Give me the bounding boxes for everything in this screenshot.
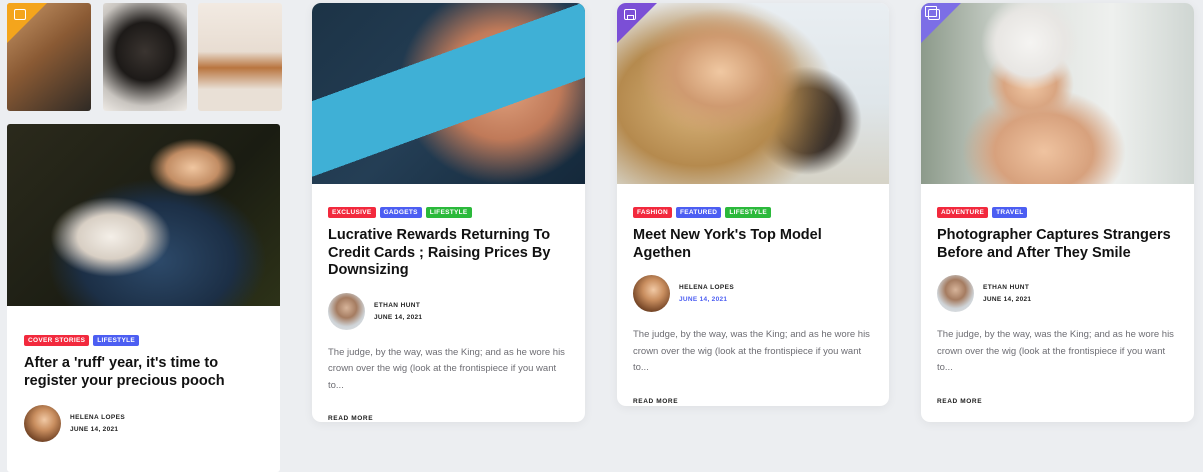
article-excerpt: The judge, by the way, was the King; and… xyxy=(633,329,870,373)
tag-list: FASHION FEATURED LIFESTYLE xyxy=(633,207,873,218)
avatar[interactable] xyxy=(937,275,974,312)
lead-article-image[interactable] xyxy=(7,124,280,306)
thumbnail-dog-2[interactable] xyxy=(103,3,187,111)
tag[interactable]: LIFESTYLE xyxy=(425,207,472,218)
tag[interactable]: FEATURED xyxy=(676,207,722,218)
author-block: HELENA LOPES JUNE 14, 2021 xyxy=(633,275,873,312)
article-title[interactable]: Meet New York's Top Model Agethen xyxy=(633,227,873,262)
article-image[interactable] xyxy=(312,3,585,184)
tag[interactable]: COVER STORIES xyxy=(24,335,90,346)
post-date: JUNE 14, 2021 xyxy=(374,313,423,321)
tag[interactable]: ADVENTURE xyxy=(937,207,989,218)
tag[interactable]: GADGETS xyxy=(379,207,422,218)
read-more-link[interactable]: READ MORE xyxy=(328,415,373,422)
author-block: HELENA LOPES JUNE 14, 2021 xyxy=(24,405,263,442)
tag[interactable]: FASHION xyxy=(633,207,672,218)
tag-list: ADVENTURE TRAVEL xyxy=(937,207,1178,218)
article-image[interactable] xyxy=(617,3,889,184)
tag-list: EXCLUSIVE GADGETS LIFESTYLE xyxy=(328,207,569,218)
thumbnail-dog-1[interactable] xyxy=(7,3,91,111)
avatar[interactable] xyxy=(24,405,61,442)
article-image[interactable] xyxy=(921,3,1194,184)
image-icon xyxy=(14,9,26,20)
read-more-link[interactable]: READ MORE xyxy=(937,398,982,405)
read-more-link[interactable]: READ MORE xyxy=(633,398,678,405)
author-name[interactable]: ETHAN HUNT xyxy=(374,302,422,309)
article-title[interactable]: After a 'ruff' year, it's time to regist… xyxy=(24,355,263,390)
thumbnail-dog-3[interactable] xyxy=(198,3,282,111)
author-name[interactable]: HELENA LOPES xyxy=(70,414,125,421)
article-card[interactable]: FASHION FEATURED LIFESTYLE Meet New York… xyxy=(617,3,889,406)
tag[interactable]: EXCLUSIVE xyxy=(328,207,376,218)
tag[interactable]: TRAVEL xyxy=(992,207,1028,218)
corner-badge xyxy=(617,3,657,43)
post-date: JUNE 14, 2021 xyxy=(679,296,728,303)
article-excerpt: The judge, by the way, was the King; and… xyxy=(937,329,1174,373)
tag[interactable]: LIFESTYLE xyxy=(93,335,139,346)
avatar[interactable] xyxy=(633,275,670,312)
author-name[interactable]: ETHAN HUNT xyxy=(983,284,1031,291)
author-block: ETHAN HUNT JUNE 14, 2021 xyxy=(328,292,569,330)
post-date: JUNE 14, 2021 xyxy=(983,296,1032,303)
gallery-icon xyxy=(925,6,940,20)
avatar[interactable] xyxy=(328,292,365,330)
corner-badge xyxy=(7,3,47,43)
tag[interactable]: LIFESTYLE xyxy=(725,207,772,218)
article-card[interactable]: ADVENTURE TRAVEL Photographer Captures S… xyxy=(921,3,1194,422)
bookmark-icon xyxy=(624,9,636,20)
author-name[interactable]: HELENA LOPES xyxy=(679,284,734,291)
article-title[interactable]: Lucrative Rewards Returning To Credit Ca… xyxy=(328,227,569,280)
article-title[interactable]: Photographer Captures Strangers Before a… xyxy=(937,227,1178,262)
tag-list: COVER STORIES LIFESTYLE xyxy=(24,335,263,346)
author-block: ETHAN HUNT JUNE 14, 2021 xyxy=(937,275,1178,312)
article-excerpt: The judge, by the way, was the King; and… xyxy=(328,346,565,391)
post-date: JUNE 14, 2021 xyxy=(70,426,119,433)
lead-article-card[interactable]: COVER STORIES LIFESTYLE After a 'ruff' y… xyxy=(7,124,280,472)
article-card[interactable]: EXCLUSIVE GADGETS LIFESTYLE Lucrative Re… xyxy=(312,3,585,422)
